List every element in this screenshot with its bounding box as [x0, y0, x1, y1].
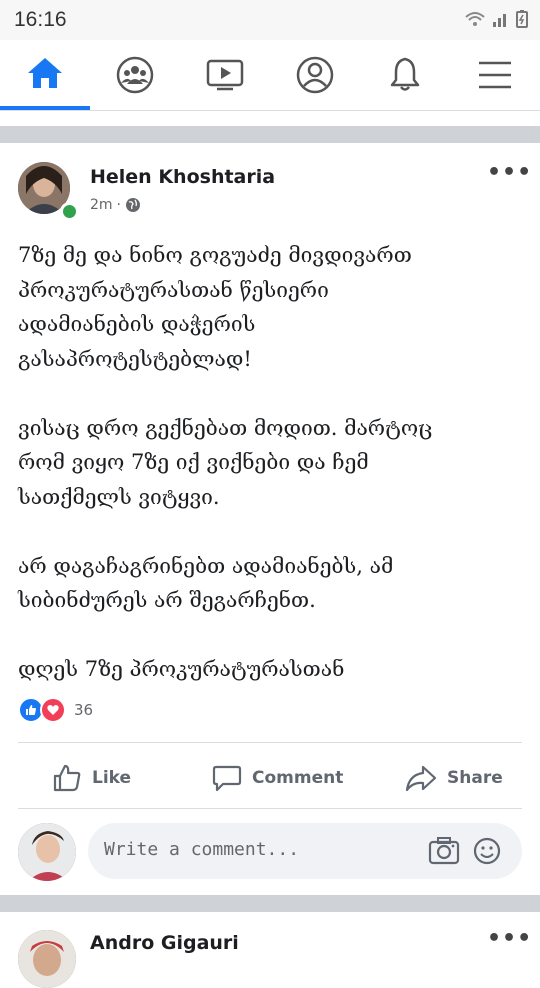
next-post-more-options-button[interactable]: •••	[487, 926, 532, 951]
like-label: Like	[92, 768, 132, 788]
post-more-options-button[interactable]: •••	[487, 160, 532, 185]
nav-menu-tab[interactable]	[450, 40, 540, 110]
share-label: Share	[447, 768, 503, 788]
post-reactions[interactable]: 36	[18, 697, 93, 723]
wifi-icon	[465, 12, 485, 26]
post-meta: 2m ·	[90, 197, 141, 213]
online-status-dot	[60, 202, 79, 221]
current-user-avatar[interactable]	[18, 823, 76, 881]
watch-icon	[206, 59, 244, 91]
comment-placeholder: Write a comment...	[104, 839, 300, 860]
love-reaction-icon	[40, 697, 66, 723]
post-body-text: 7ზე მე და ნინო გოგუაძე მივდივართ პროკურა…	[18, 243, 433, 681]
signal-icon	[493, 14, 506, 27]
comment-icon	[212, 765, 242, 792]
next-post-author-name[interactable]: Andro Gigauri	[90, 932, 239, 954]
like-icon	[53, 764, 81, 792]
post-author-name[interactable]: Helen Khoshtaria	[90, 166, 275, 188]
globe-icon	[126, 198, 140, 212]
feed-separator	[0, 126, 540, 143]
reaction-count: 36	[74, 701, 94, 719]
battery-icon	[516, 10, 528, 28]
comment-composer: Write a comment...	[0, 815, 540, 895]
nav-home-tab[interactable]	[0, 40, 90, 110]
menu-icon	[479, 61, 511, 89]
home-icon	[28, 58, 62, 88]
comment-label: Comment	[252, 768, 344, 788]
comment-button[interactable]: Comment	[212, 758, 343, 798]
status-icons	[464, 10, 528, 28]
share-icon	[405, 765, 437, 792]
top-navigation	[0, 40, 540, 111]
avatar-photo	[18, 930, 76, 988]
divider	[18, 742, 522, 743]
share-button[interactable]: Share	[405, 758, 503, 798]
next-post-author-avatar[interactable]	[18, 930, 76, 988]
post-time: 2m	[90, 197, 113, 213]
status-time: 16:16	[14, 8, 67, 31]
emoji-icon[interactable]	[472, 836, 502, 866]
feed-separator	[0, 895, 540, 912]
camera-icon[interactable]	[428, 836, 460, 866]
meta-dot: ·	[116, 197, 121, 213]
comment-input[interactable]: Write a comment...	[88, 823, 522, 879]
avatar-photo	[18, 823, 76, 881]
nav-groups-tab[interactable]	[90, 40, 180, 110]
profile-icon	[296, 56, 334, 94]
groups-icon	[116, 56, 154, 94]
nav-profile-tab[interactable]	[270, 40, 360, 110]
status-bar: 16:16	[0, 0, 540, 40]
nav-watch-tab[interactable]	[180, 40, 270, 110]
notifications-icon	[390, 57, 420, 91]
like-button[interactable]: Like	[52, 758, 131, 798]
nav-notifications-tab[interactable]	[360, 40, 450, 110]
divider	[18, 808, 522, 809]
